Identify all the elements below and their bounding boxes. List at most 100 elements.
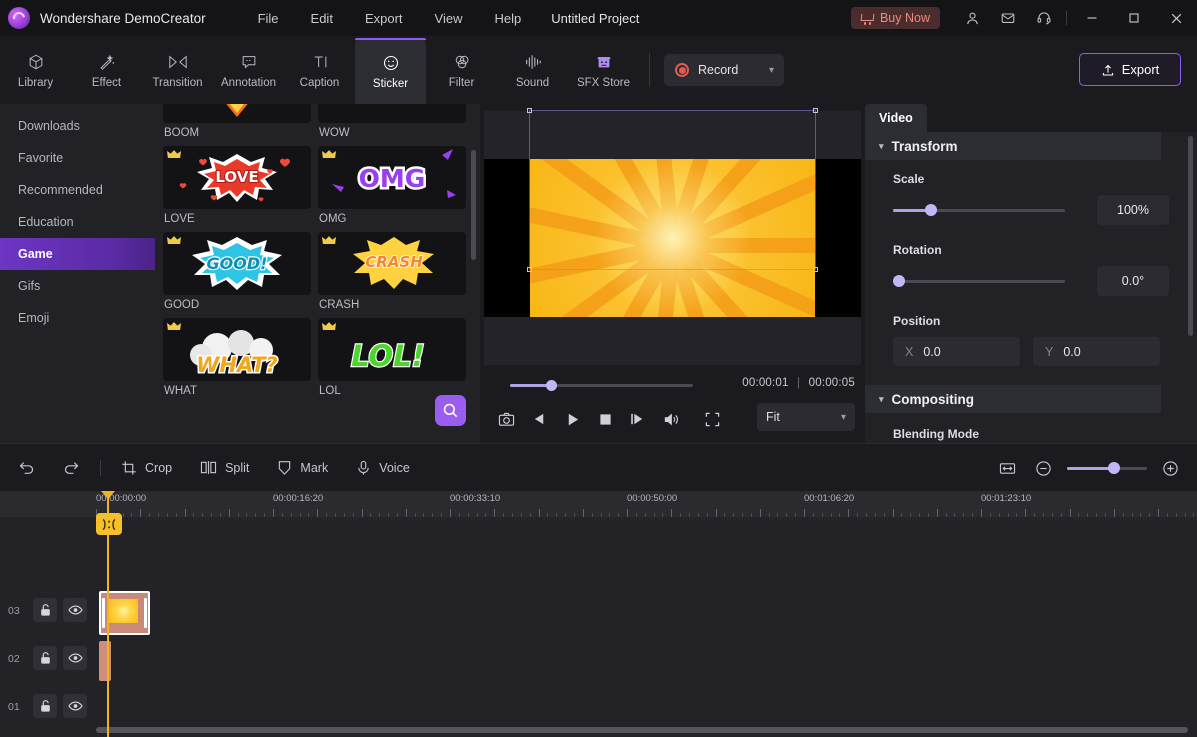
record-label: Record [698, 63, 739, 77]
track-lock-button[interactable] [33, 694, 57, 718]
category-game[interactable]: Game [0, 238, 155, 270]
track-lock-button[interactable] [33, 646, 57, 670]
maximize-button[interactable] [1113, 0, 1155, 36]
resize-handle-br[interactable] [813, 267, 818, 272]
stop-button[interactable] [593, 407, 617, 431]
resize-handle-tl[interactable] [527, 108, 532, 113]
play-button[interactable] [560, 407, 584, 431]
tab-caption[interactable]: Caption [284, 36, 355, 104]
snapshot-button[interactable] [494, 407, 518, 431]
mark-button[interactable]: Mark [263, 444, 342, 492]
position-y-field[interactable]: Y 0.0 [1033, 337, 1160, 366]
menu-view[interactable]: View [419, 5, 479, 32]
position-x-field[interactable]: X 0.0 [893, 337, 1020, 366]
tab-annotation[interactable]: Annotation [213, 36, 284, 104]
tab-sfx-store[interactable]: SFX Store [568, 36, 639, 104]
mail-icon[interactable] [990, 0, 1026, 36]
rotation-slider-handle[interactable] [893, 275, 905, 287]
fit-timeline-button[interactable] [995, 444, 1020, 492]
sticker-card-crash[interactable]: CRASH CRASH [318, 232, 466, 311]
timeline-horizontal-scrollbar[interactable] [96, 727, 1188, 733]
project-name[interactable]: Untitled Project [537, 5, 653, 32]
track-visibility-button[interactable] [63, 646, 87, 670]
zoom-in-button[interactable] [1158, 444, 1183, 492]
next-frame-button[interactable] [626, 407, 650, 431]
zoom-out-button[interactable] [1031, 444, 1056, 492]
seek-handle[interactable] [546, 380, 557, 391]
tab-sound[interactable]: Sound [497, 36, 568, 104]
scale-value[interactable]: 100% [1097, 195, 1169, 225]
category-emoji[interactable]: Emoji [0, 302, 155, 334]
tab-filter[interactable]: Filter [426, 36, 497, 104]
export-button[interactable]: Export [1079, 53, 1181, 86]
sticker-card-boom[interactable]: BOOM [163, 104, 311, 139]
resize-handle-bl[interactable] [527, 267, 532, 272]
split-button[interactable]: Split [186, 444, 263, 492]
menu-export[interactable]: Export [349, 5, 419, 32]
selection-bounding-box[interactable] [527, 108, 818, 272]
svg-text:GOOD!: GOOD! [207, 254, 268, 273]
timeline-clip-secondary[interactable] [99, 641, 111, 681]
track-visibility-button[interactable] [63, 598, 87, 622]
fullscreen-button[interactable] [700, 407, 724, 431]
seek-bar[interactable] [510, 380, 693, 391]
playhead-handle[interactable] [96, 513, 122, 535]
timeline-ruler[interactable]: 00:00:00:00 00:00:16:20 00:00:33:10 00:0… [0, 491, 1197, 517]
section-compositing-header[interactable]: ▾ Compositing [865, 385, 1161, 413]
menu-edit[interactable]: Edit [295, 5, 349, 32]
account-icon[interactable] [954, 0, 990, 36]
rotation-slider[interactable] [893, 275, 1065, 287]
scale-slider-handle[interactable] [925, 204, 937, 216]
sticker-art-love: LOVE [179, 154, 290, 202]
zoom-mode-select[interactable]: Fit ▾ [757, 403, 855, 431]
crop-button[interactable]: Crop [107, 444, 186, 492]
close-button[interactable] [1155, 0, 1197, 36]
sticker-card-lol[interactable]: LOL! LOL [318, 318, 466, 397]
category-education[interactable]: Education [0, 206, 155, 238]
premium-crown-icon [322, 322, 336, 330]
clip-trim-handle-right[interactable] [144, 598, 147, 628]
scale-slider[interactable] [893, 204, 1065, 216]
menu-help[interactable]: Help [478, 5, 537, 32]
timeline-zoom-handle[interactable] [1108, 462, 1120, 474]
tab-video[interactable]: Video [865, 104, 927, 132]
record-button[interactable]: Record ▾ [664, 54, 784, 86]
sticker-card-love[interactable]: LOVE LOVE [163, 146, 311, 225]
track-lock-button[interactable] [33, 598, 57, 622]
section-transform-title: Transform [891, 138, 958, 154]
tab-transition[interactable]: Transition [142, 36, 213, 104]
section-transform-header[interactable]: ▾ Transform [865, 132, 1161, 160]
sticker-card-good[interactable]: GOOD! GOOD [163, 232, 311, 311]
category-recommended[interactable]: Recommended [0, 174, 155, 206]
sticker-card-wow[interactable]: WOW WOW [318, 104, 466, 139]
menu-file[interactable]: File [242, 5, 295, 32]
tab-library[interactable]: Library [0, 36, 71, 104]
sticker-search-button[interactable] [435, 395, 466, 426]
rotation-value[interactable]: 0.0° [1097, 266, 1169, 296]
voice-button[interactable]: Voice [342, 444, 424, 492]
category-favorite[interactable]: Favorite [0, 142, 155, 174]
timeline-zoom-slider[interactable] [1067, 462, 1147, 474]
volume-button[interactable] [659, 407, 683, 431]
track-number: 02 [8, 653, 20, 665]
sticker-card-what[interactable]: WHAT? WHAT [163, 318, 311, 397]
sticker-card-omg[interactable]: OMG OMG [318, 146, 466, 225]
properties-scrollbar[interactable] [1188, 136, 1193, 336]
split-label: Split [225, 460, 250, 475]
redo-button[interactable] [49, 444, 94, 492]
tab-effect[interactable]: Effect [71, 36, 142, 104]
previous-frame-button[interactable] [527, 407, 551, 431]
category-gifs[interactable]: Gifs [0, 270, 155, 302]
undo-button[interactable] [0, 444, 49, 492]
resize-handle-tr[interactable] [813, 108, 818, 113]
tab-sticker[interactable]: Sticker [355, 38, 426, 104]
category-downloads[interactable]: Downloads [0, 110, 155, 142]
track-visibility-button[interactable] [63, 694, 87, 718]
chevron-down-icon[interactable]: ▾ [769, 65, 774, 76]
sticker-grid-scrollbar[interactable] [471, 150, 476, 260]
svg-text:OMG: OMG [359, 164, 426, 193]
clip-trim-handle-left[interactable] [102, 598, 105, 628]
buy-now-button[interactable]: Buy Now [850, 7, 940, 29]
support-icon[interactable] [1026, 0, 1062, 36]
minimize-button[interactable] [1071, 0, 1113, 36]
